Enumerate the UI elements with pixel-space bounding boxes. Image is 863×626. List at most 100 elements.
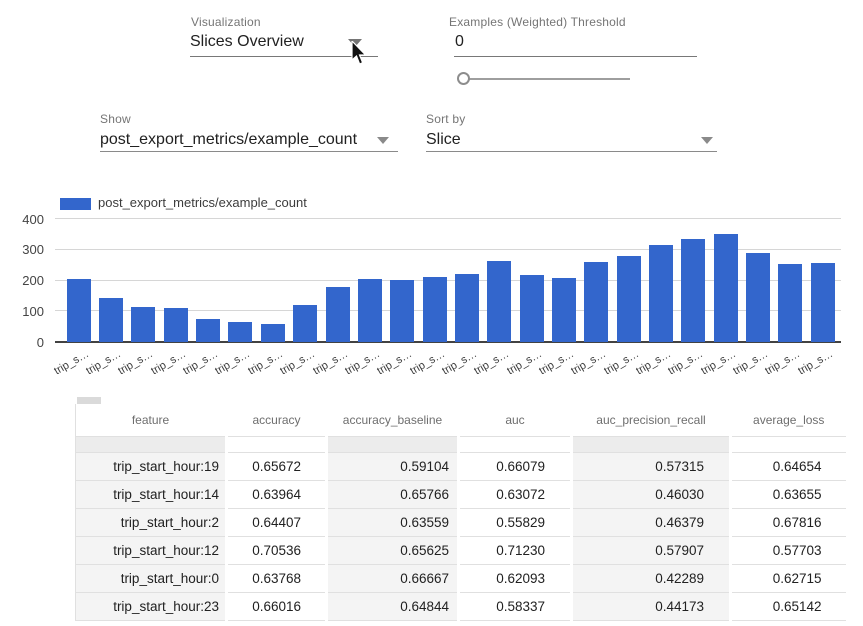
bar-example-count[interactable]: [714, 234, 738, 342]
threshold-slider-track[interactable]: [464, 78, 630, 80]
metric-cell: 0.64654: [731, 452, 846, 480]
metric-cell: 0.63964: [227, 480, 327, 508]
metrics-table-wrap: featureaccuracyaccuracy_baselineaucauc_p…: [75, 404, 846, 621]
column-header-feature[interactable]: feature: [76, 404, 227, 436]
metric-cell: 0.63768: [227, 564, 327, 592]
bar-example-count[interactable]: [552, 278, 576, 342]
column-filter-cell[interactable]: [227, 436, 327, 452]
bar-example-count[interactable]: [584, 262, 608, 342]
feature-cell: trip_start_hour:14: [76, 480, 227, 508]
column-filter-cell[interactable]: [459, 436, 572, 452]
metric-cell: 0.64407: [227, 508, 327, 536]
metric-cell: 0.71230: [459, 536, 572, 564]
slices-overview-bar-chart: post_export_metrics/example_count 400300…: [0, 185, 863, 397]
table-row[interactable]: trip_start_hour:140.639640.657660.630720…: [76, 480, 846, 508]
metric-cell: 0.66079: [459, 452, 572, 480]
chart-gridline: [55, 218, 841, 219]
y-axis-tick-label: 200: [10, 273, 44, 288]
bar-example-count[interactable]: [455, 274, 479, 342]
table-filter-row: [76, 436, 846, 452]
column-filter-cell[interactable]: [327, 436, 459, 452]
metric-cell: 0.66016: [227, 592, 327, 620]
bar-example-count[interactable]: [746, 253, 770, 342]
show-select[interactable]: post_export_metrics/example_count: [100, 131, 357, 149]
table-row[interactable]: trip_start_hour:230.660160.648440.583370…: [76, 592, 846, 620]
column-header-accuracy[interactable]: accuracy: [227, 404, 327, 436]
bar-example-count[interactable]: [423, 277, 447, 342]
legend-swatch: [60, 198, 91, 210]
bar-example-count[interactable]: [358, 279, 382, 342]
examples-threshold-input[interactable]: 0: [455, 33, 464, 51]
metric-cell: 0.65766: [327, 480, 459, 508]
table-header-row: featureaccuracyaccuracy_baselineaucauc_p…: [76, 404, 846, 436]
examples-threshold-underline: [454, 56, 697, 57]
metric-cell: 0.46030: [572, 480, 731, 508]
dropdown-arrow-icon[interactable]: [701, 137, 713, 144]
visualization-label: Visualization: [191, 15, 261, 29]
sort-by-underline: [426, 151, 717, 152]
metric-cell: 0.57703: [731, 536, 846, 564]
sort-by-label: Sort by: [426, 112, 465, 126]
table-row[interactable]: trip_start_hour:00.637680.666670.620930.…: [76, 564, 846, 592]
metric-cell: 0.44173: [572, 592, 731, 620]
bar-example-count[interactable]: [617, 256, 641, 342]
bar-example-count[interactable]: [649, 245, 673, 342]
metric-cell: 0.66667: [327, 564, 459, 592]
bar-example-count[interactable]: [67, 279, 91, 342]
threshold-slider-handle[interactable]: [457, 72, 470, 85]
column-header-auc[interactable]: auc: [459, 404, 572, 436]
bar-example-count[interactable]: [196, 319, 220, 342]
sort-by-select[interactable]: Slice: [426, 131, 461, 149]
bar-example-count[interactable]: [811, 263, 835, 342]
column-filter-cell[interactable]: [572, 436, 731, 452]
column-filter-cell[interactable]: [76, 436, 227, 452]
metric-cell: 0.62715: [731, 564, 846, 592]
column-header-average_loss[interactable]: average_loss: [731, 404, 846, 436]
bar-example-count[interactable]: [778, 264, 802, 342]
feature-cell: trip_start_hour:2: [76, 508, 227, 536]
bar-example-count[interactable]: [681, 239, 705, 342]
column-header-accuracy_baseline[interactable]: accuracy_baseline: [327, 404, 459, 436]
metric-cell: 0.57315: [572, 452, 731, 480]
metric-cell: 0.63559: [327, 508, 459, 536]
bar-example-count[interactable]: [131, 307, 155, 342]
metric-cell: 0.62093: [459, 564, 572, 592]
metric-cell: 0.46379: [572, 508, 731, 536]
table-row[interactable]: trip_start_hour:120.705360.656250.712300…: [76, 536, 846, 564]
metric-cell: 0.63072: [459, 480, 572, 508]
bar-example-count[interactable]: [487, 261, 511, 342]
feature-cell: trip_start_hour:0: [76, 564, 227, 592]
column-filter-cell[interactable]: [731, 436, 846, 452]
metric-cell: 0.67816: [731, 508, 846, 536]
metric-cell: 0.59104: [327, 452, 459, 480]
metric-cell: 0.42289: [572, 564, 731, 592]
dropdown-arrow-icon[interactable]: [377, 137, 389, 144]
bar-example-count[interactable]: [99, 298, 123, 342]
bar-example-count[interactable]: [326, 287, 350, 342]
bar-example-count[interactable]: [228, 322, 252, 342]
legend-label: post_export_metrics/example_count: [98, 195, 307, 210]
bar-example-count[interactable]: [261, 324, 285, 342]
metric-cell: 0.64844: [327, 592, 459, 620]
bar-example-count[interactable]: [293, 305, 317, 342]
show-label: Show: [100, 112, 131, 126]
y-axis-tick-label: 100: [10, 304, 44, 319]
mouse-cursor: [351, 41, 369, 67]
metrics-table: featureaccuracyaccuracy_baselineaucauc_p…: [75, 404, 846, 621]
table-corner-fragment: [77, 397, 101, 404]
bar-example-count[interactable]: [520, 275, 544, 342]
table-row[interactable]: trip_start_hour:190.656720.591040.660790…: [76, 452, 846, 480]
feature-cell: trip_start_hour:23: [76, 592, 227, 620]
bar-example-count[interactable]: [390, 280, 414, 342]
slices-overview-screen: Visualization Slices Overview Examples (…: [0, 0, 863, 626]
y-axis-tick-label: 400: [10, 212, 44, 227]
metric-cell: 0.65672: [227, 452, 327, 480]
visualization-select[interactable]: Slices Overview: [190, 33, 304, 51]
table-row[interactable]: trip_start_hour:20.644070.635590.558290.…: [76, 508, 846, 536]
metric-cell: 0.65142: [731, 592, 846, 620]
column-header-auc_precision_recall[interactable]: auc_precision_recall: [572, 404, 731, 436]
bar-example-count[interactable]: [164, 308, 188, 342]
metric-cell: 0.55829: [459, 508, 572, 536]
metric-cell: 0.63655: [731, 480, 846, 508]
visualization-underline: [190, 56, 378, 57]
